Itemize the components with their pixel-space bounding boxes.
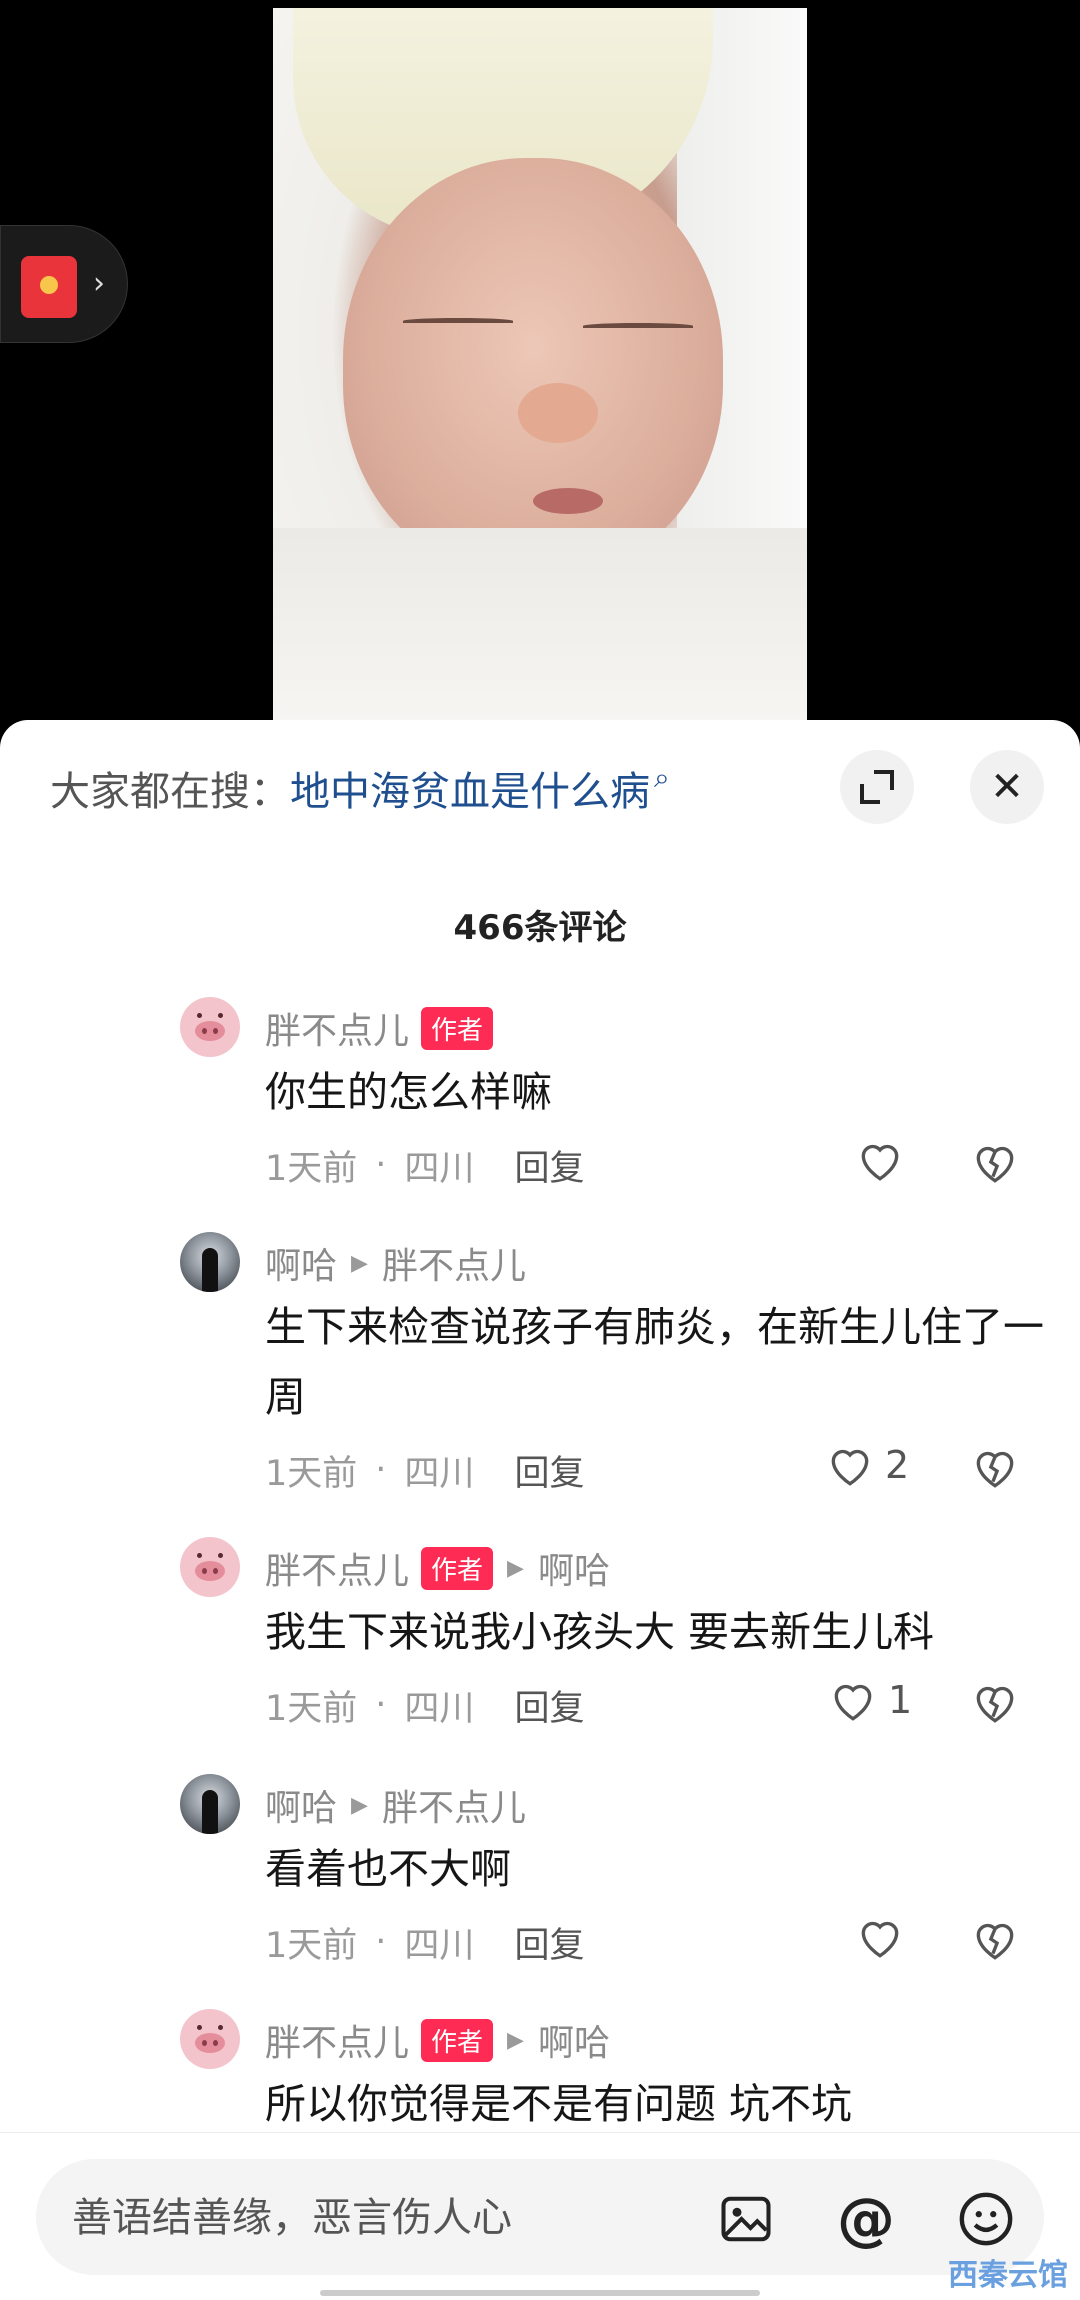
- comment-username[interactable]: 胖不点儿: [265, 1002, 409, 1054]
- avatar[interactable]: [180, 1774, 240, 1834]
- search-suggestion-label: 大家都在搜：: [50, 769, 290, 815]
- red-packet-button[interactable]: ›: [0, 225, 128, 343]
- broken-heart-icon[interactable]: [970, 1442, 1020, 1492]
- reply-to-username[interactable]: 啊哈: [538, 1542, 610, 1594]
- comment-text: 生下来检查说孩子有肺炎，在新生儿住了一周: [265, 1303, 1044, 1421]
- broken-heart-icon[interactable]: [970, 1914, 1020, 1964]
- search-icon: ⌕: [654, 761, 670, 794]
- author-badge: 作者: [421, 1546, 494, 1590]
- expand-button[interactable]: [840, 750, 914, 824]
- reply-arrow-icon: ▶: [351, 1250, 368, 1276]
- reply-to-username[interactable]: 胖不点儿: [382, 1779, 526, 1831]
- reply-to-username[interactable]: 啊哈: [538, 2014, 610, 2066]
- comment-text: 我生下来说我小孩头大 要去新生儿科: [265, 1608, 935, 1656]
- video-player[interactable]: [0, 0, 1080, 730]
- heart-icon: [831, 1449, 869, 1486]
- comment-input-bar: @ 西秦云馆: [0, 2132, 1080, 2300]
- like-count: 2: [885, 1443, 910, 1487]
- like-button[interactable]: [855, 1137, 905, 1183]
- reply-button[interactable]: 回复: [514, 1140, 584, 1191]
- like-button[interactable]: [855, 1914, 905, 1960]
- comment-location: 四川: [404, 1148, 475, 1189]
- close-icon: ✕: [990, 764, 1024, 810]
- heart-icon: [861, 1921, 899, 1958]
- at-icon[interactable]: @: [836, 2185, 896, 2253]
- comment-time: 1天前: [265, 1925, 358, 1966]
- avatar[interactable]: [180, 1232, 240, 1292]
- like-button[interactable]: 1: [828, 1677, 912, 1723]
- comment-time: 1天前: [265, 1453, 358, 1494]
- comment-location: 四川: [404, 1688, 475, 1729]
- broken-heart-icon[interactable]: [970, 1137, 1020, 1187]
- baby-image: [343, 158, 723, 578]
- comment-text: 看着也不大啊: [265, 1845, 511, 1893]
- reply-arrow-icon: ▶: [507, 1555, 524, 1581]
- reply-arrow-icon: ▶: [507, 2027, 524, 2053]
- image-icon[interactable]: [716, 2189, 776, 2249]
- watermark: 西秦云馆: [948, 2258, 1068, 2293]
- reply-arrow-icon: ▶: [351, 1792, 368, 1818]
- comment-location: 四川: [404, 1925, 475, 1966]
- comment-text: 所以你觉得是不是有问题 坑不坑: [265, 2080, 853, 2128]
- avatar[interactable]: [180, 1537, 240, 1597]
- close-button[interactable]: ✕: [970, 750, 1044, 824]
- red-envelope-icon: [21, 256, 77, 318]
- comment-text: 你生的怎么样嘛: [265, 1068, 552, 1116]
- heart-icon: [834, 1684, 872, 1721]
- like-count: 1: [888, 1678, 913, 1722]
- like-button[interactable]: 2: [825, 1442, 909, 1488]
- expand-icon: [860, 770, 894, 804]
- comment-location: 四川: [404, 1453, 475, 1494]
- broken-heart-icon[interactable]: [970, 1677, 1020, 1727]
- author-badge: 作者: [421, 1006, 494, 1050]
- reply-button[interactable]: 回复: [514, 1680, 584, 1731]
- avatar[interactable]: [180, 2009, 240, 2069]
- video-frame: [273, 8, 807, 730]
- reply-to-username[interactable]: 胖不点儿: [382, 1237, 526, 1289]
- avatar[interactable]: [180, 997, 240, 1057]
- author-badge: 作者: [421, 2018, 494, 2062]
- emoji-icon[interactable]: [956, 2189, 1016, 2249]
- comment-username[interactable]: 啊哈: [265, 1237, 337, 1289]
- comment-username[interactable]: 啊哈: [265, 1779, 337, 1831]
- comment-username[interactable]: 胖不点儿: [265, 1542, 409, 1594]
- comment-username[interactable]: 胖不点儿: [265, 2014, 409, 2066]
- reply-button[interactable]: 回复: [514, 1445, 584, 1496]
- comment-input-box[interactable]: @: [36, 2159, 1044, 2275]
- comment-count: 466条评论: [453, 908, 627, 948]
- chevron-right-icon: ›: [93, 266, 105, 301]
- reply-button[interactable]: 回复: [514, 1917, 584, 1968]
- comment-time: 1天前: [265, 1148, 358, 1189]
- comment-sheet: 大家都在搜： 地中海贫血是什么病 ⌕ ✕ 466条评论 胖不点儿 作者 你生的怎…: [0, 720, 1080, 2300]
- search-suggestion-term[interactable]: 地中海贫血是什么病: [290, 759, 650, 817]
- search-suggestion[interactable]: 大家都在搜： 地中海贫血是什么病 ⌕: [50, 758, 670, 818]
- home-indicator: [320, 2290, 760, 2296]
- heart-icon: [861, 1144, 899, 1181]
- comment-time: 1天前: [265, 1688, 358, 1729]
- comment-input[interactable]: [72, 2193, 712, 2243]
